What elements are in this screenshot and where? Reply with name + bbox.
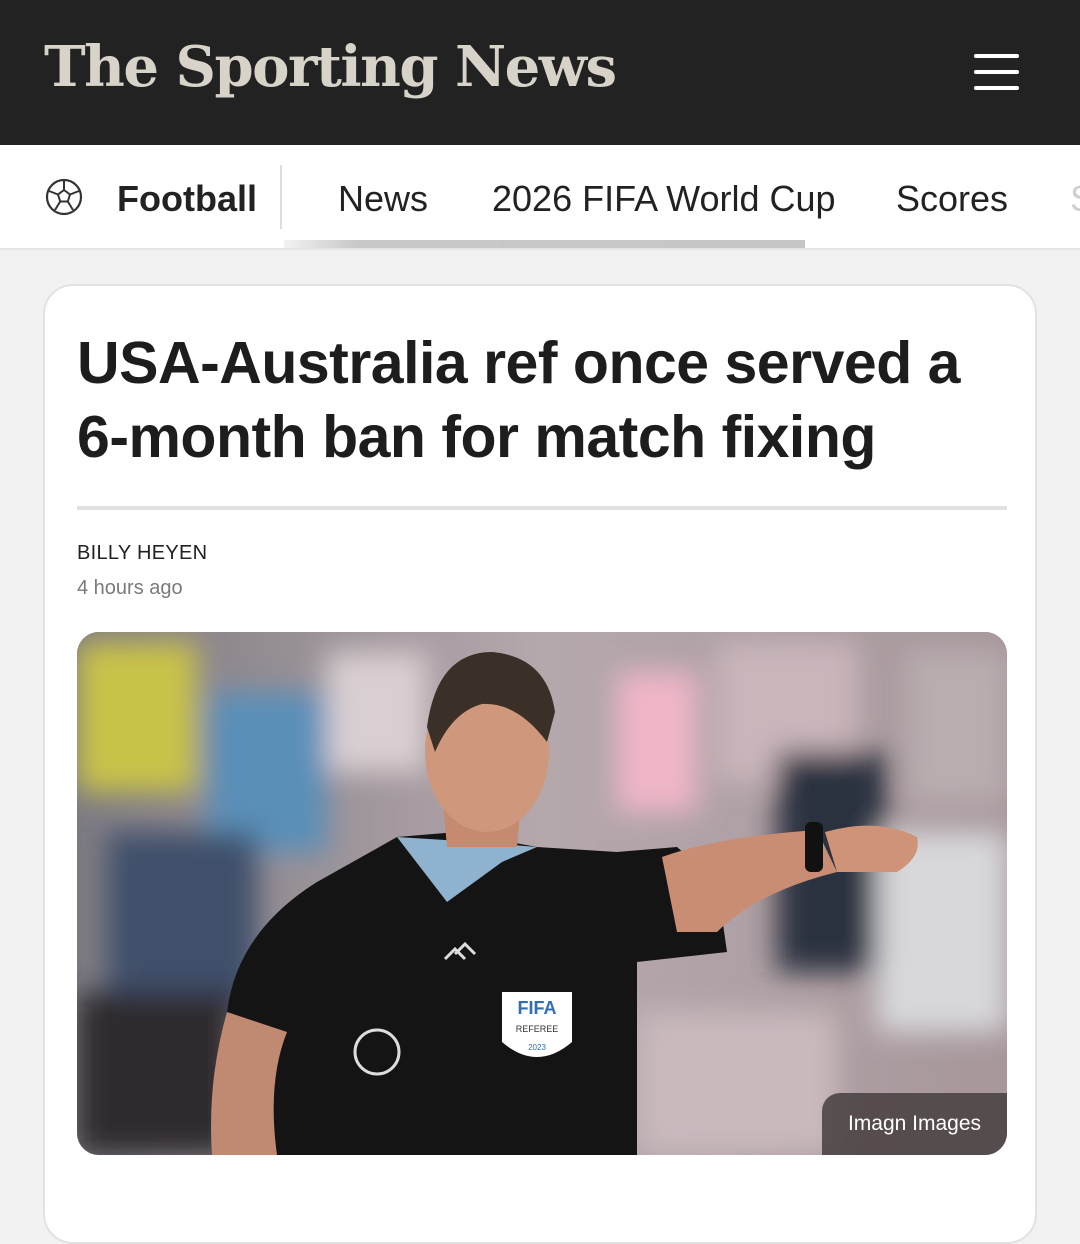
- site-header: The Sporting News: [0, 0, 1080, 145]
- nav-link-world-cup[interactable]: 2026 FIFA World Cup: [492, 178, 836, 220]
- image-credit: Imagn Images: [822, 1093, 1007, 1155]
- hamburger-menu-icon[interactable]: [966, 48, 1026, 96]
- soccer-ball-icon: [45, 178, 83, 216]
- article-headline: USA-Australia ref once served a 6-month …: [77, 330, 960, 470]
- section-nav: Football News 2026 FIFA World Cup Scores…: [0, 145, 1080, 250]
- nav-link-news[interactable]: News: [338, 178, 428, 220]
- badge-year-text: 2023: [528, 1043, 546, 1052]
- article-timestamp: 4 hours ago: [77, 577, 183, 599]
- nav-divider: [280, 165, 282, 229]
- section-title[interactable]: Football: [117, 178, 257, 220]
- article-author[interactable]: BILLY HEYEN: [77, 542, 207, 565]
- referee-photo: FIFA REFEREE 2023: [77, 632, 1007, 1155]
- site-logo[interactable]: The Sporting News: [44, 34, 617, 100]
- nav-link-scores[interactable]: Scores: [896, 178, 1008, 220]
- headline-divider: [77, 506, 1007, 510]
- nav-scroll-indicator: [284, 240, 805, 248]
- badge-referee-text: REFEREE: [516, 1024, 559, 1034]
- hero-image[interactable]: FIFA REFEREE 2023 Imagn Images: [77, 632, 1007, 1155]
- badge-fifa-text: FIFA: [518, 998, 557, 1018]
- article-card: USA-Australia ref once served a 6-month …: [43, 284, 1037, 1244]
- nav-link-partial[interactable]: S: [1070, 178, 1080, 220]
